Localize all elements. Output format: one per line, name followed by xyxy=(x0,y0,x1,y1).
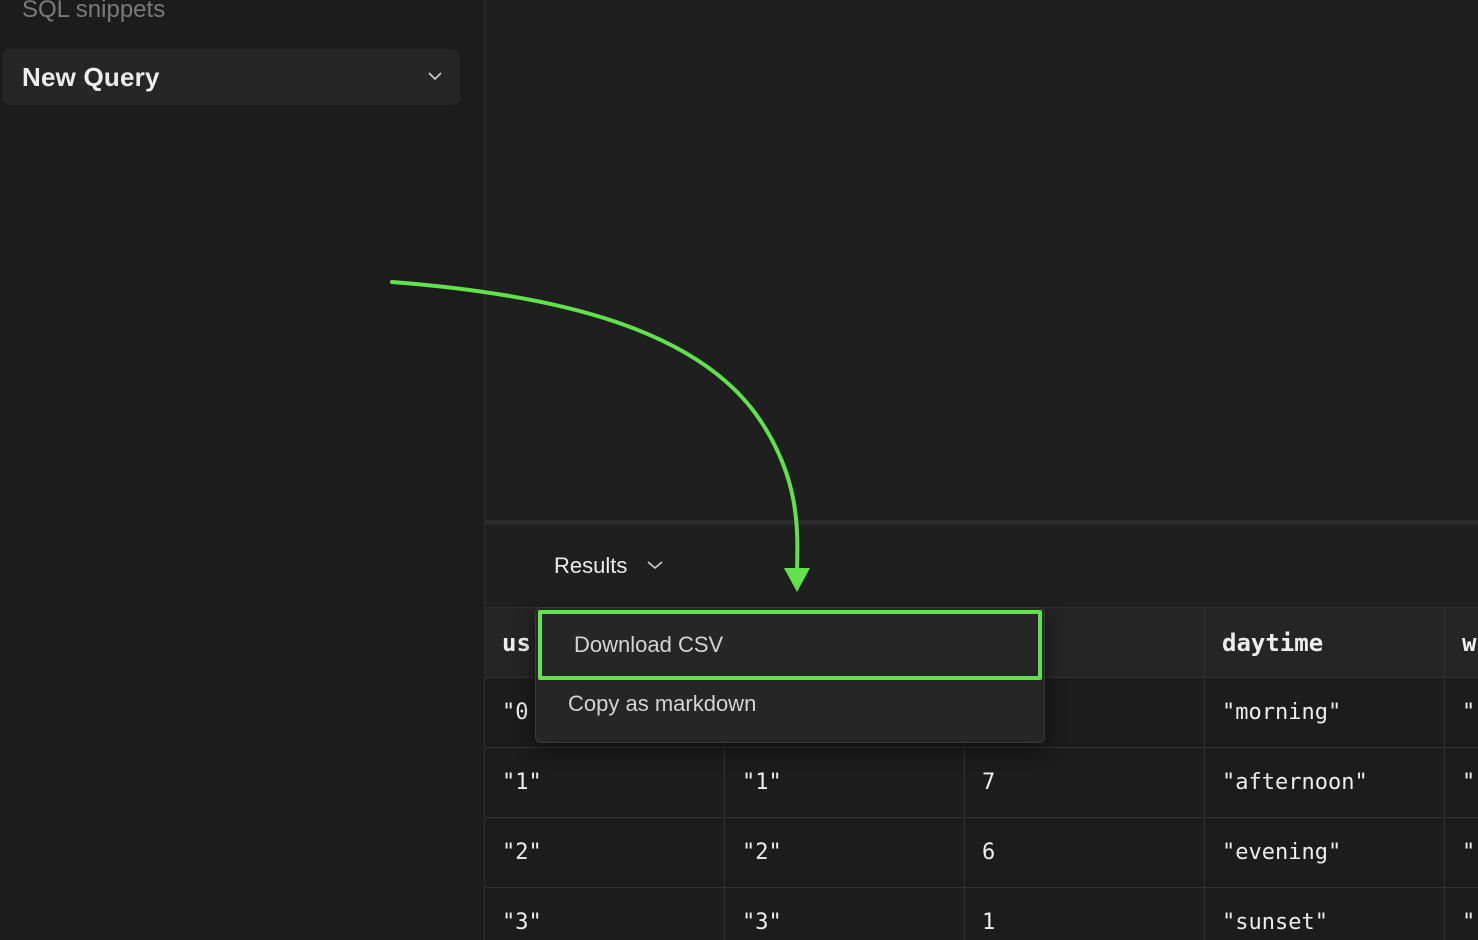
table-cell[interactable]: "2" xyxy=(725,818,965,888)
table-cell[interactable]: "evening" xyxy=(1205,818,1445,888)
table-cell[interactable]: " xyxy=(1445,748,1478,818)
table-cell[interactable]: " xyxy=(1445,678,1478,748)
table-cell[interactable]: "3" xyxy=(725,888,965,940)
menu-item-copy-as-markdown[interactable]: Copy as markdown xyxy=(536,676,1044,732)
table-cell[interactable]: "afternoon" xyxy=(1205,748,1445,818)
sql-editor[interactable] xyxy=(485,0,1478,520)
column-header[interactable]: w xyxy=(1445,608,1478,678)
snippet-item-new-query[interactable]: New Query xyxy=(2,49,460,105)
table-cell[interactable]: 7 xyxy=(965,748,1205,818)
sidebar: SQL snippets New Query xyxy=(0,0,485,940)
section-title: SQL snippets xyxy=(22,0,166,23)
table-row: "3" "3" 1 "sunset" " xyxy=(485,888,1478,940)
results-dropdown[interactable]: Results xyxy=(554,553,663,579)
table-cell[interactable]: "3" xyxy=(485,888,725,940)
table-cell[interactable]: 1 xyxy=(965,888,1205,940)
table-cell[interactable]: "morning" xyxy=(1205,678,1445,748)
table-cell[interactable]: "sunset" xyxy=(1205,888,1445,940)
table-cell[interactable]: "1" xyxy=(725,748,965,818)
table-cell[interactable]: " xyxy=(1445,888,1478,940)
table-row: "2" "2" 6 "evening" " xyxy=(485,818,1478,888)
menu-item-download-csv[interactable]: Download CSV xyxy=(538,610,1042,680)
results-label: Results xyxy=(554,553,628,578)
table-cell[interactable]: 6 xyxy=(965,818,1205,888)
table-row: "1" "1" 7 "afternoon" " xyxy=(485,748,1478,818)
table-cell[interactable]: "1" xyxy=(485,748,725,818)
column-header[interactable]: daytime xyxy=(1205,608,1445,678)
chevron-down-icon[interactable] xyxy=(428,71,442,83)
table-cell[interactable]: "2" xyxy=(485,818,725,888)
chevron-down-icon xyxy=(647,560,663,572)
table-cell[interactable]: " xyxy=(1445,818,1478,888)
snippet-label: New Query xyxy=(22,61,160,92)
results-toolbar: Results xyxy=(485,525,1478,608)
results-dropdown-menu: Download CSV Copy as markdown xyxy=(535,607,1045,743)
